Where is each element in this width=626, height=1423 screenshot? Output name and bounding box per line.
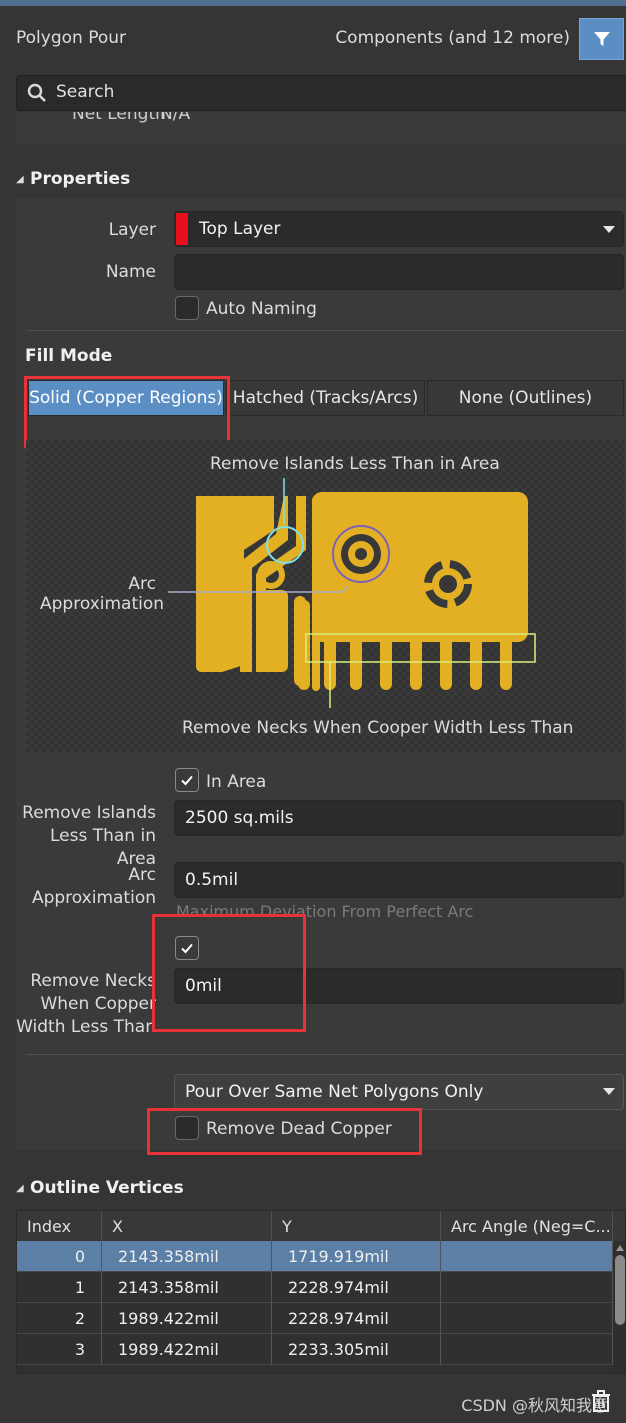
cell-x: 2143.358mil bbox=[102, 1272, 272, 1303]
search-input[interactable]: Search bbox=[56, 82, 114, 102]
islands-label-line1: Remove Islands bbox=[22, 803, 156, 823]
cell-index: 1 bbox=[17, 1272, 102, 1303]
cell-arc bbox=[441, 1334, 613, 1365]
cell-x: 1989.422mil bbox=[102, 1334, 272, 1365]
fill-mode-none-button[interactable]: None (Outlines) bbox=[427, 380, 624, 416]
collapse-triangle-icon[interactable]: ◢ bbox=[16, 174, 24, 185]
cell-y: 2228.974mil bbox=[272, 1272, 441, 1303]
arc-caption-line1: Arc bbox=[128, 574, 156, 594]
necks-label-line2: When Copper bbox=[40, 994, 156, 1014]
net-length-value: N/A bbox=[160, 112, 191, 124]
filter-icon bbox=[593, 32, 610, 46]
column-header-index[interactable]: Index bbox=[17, 1211, 102, 1241]
cell-index: 0 bbox=[17, 1241, 102, 1272]
name-label: Name bbox=[105, 262, 156, 282]
arc-label-line1: Arc bbox=[128, 865, 156, 885]
cell-index: 3 bbox=[17, 1334, 102, 1365]
cell-arc bbox=[441, 1272, 613, 1303]
layer-select[interactable]: Top Layer bbox=[174, 211, 624, 247]
arc-caption: Arc Approximation bbox=[40, 574, 165, 614]
islands-label: Remove Islands Less Than in Area bbox=[22, 802, 156, 871]
top-accent-bar bbox=[0, 0, 626, 6]
layer-label: Layer bbox=[108, 220, 156, 240]
cell-x: 1989.422mil bbox=[102, 1303, 272, 1334]
in-area-label: In Area bbox=[206, 772, 267, 792]
auto-naming-checkbox[interactable] bbox=[175, 296, 199, 320]
net-length-label: Net Length bbox=[72, 112, 166, 124]
fill-mode-title: Fill Mode bbox=[25, 346, 113, 366]
table-scrollbar[interactable] bbox=[613, 1241, 625, 1373]
cell-y: 1719.919mil bbox=[272, 1241, 441, 1272]
arc-approximation-field[interactable]: 0.5mil bbox=[174, 862, 624, 898]
watermark-text: CSDN @秋风知我意 bbox=[461, 1396, 608, 1415]
name-field[interactable] bbox=[174, 254, 624, 290]
outline-vertices-title[interactable]: Outline Vertices bbox=[30, 1178, 184, 1198]
arc-label-line2: Approximation bbox=[31, 888, 156, 908]
cell-x: 2143.358mil bbox=[102, 1241, 272, 1272]
highlight-box-fill-mode bbox=[24, 376, 230, 448]
collapse-triangle-icon[interactable]: ◢ bbox=[16, 1183, 24, 1194]
necks-label-line3: Width Less Than bbox=[16, 1017, 156, 1037]
checkmark-icon bbox=[181, 775, 193, 786]
table-row[interactable]: 3 1989.422mil 2233.305mil bbox=[17, 1334, 613, 1365]
chevron-down-icon[interactable] bbox=[603, 226, 615, 233]
table-row[interactable]: 2 1989.422mil 2228.974mil bbox=[17, 1303, 613, 1334]
panel-title: Polygon Pour bbox=[16, 28, 127, 48]
cell-arc bbox=[441, 1241, 613, 1272]
pour-mode-value: Pour Over Same Net Polygons Only bbox=[185, 1082, 484, 1102]
necks-caption: Remove Necks When Cooper Width Less Than bbox=[182, 718, 574, 738]
trash-icon[interactable] bbox=[588, 1388, 614, 1414]
column-header-y[interactable]: Y bbox=[272, 1211, 441, 1241]
islands-area-field[interactable]: 2500 sq.mils bbox=[174, 800, 624, 836]
necks-label-line1: Remove Necks bbox=[30, 971, 156, 991]
scrollbar-thumb[interactable] bbox=[615, 1255, 625, 1325]
auto-naming-label: Auto Naming bbox=[206, 299, 317, 319]
highlight-box-necks bbox=[152, 914, 306, 1032]
divider bbox=[26, 1054, 624, 1055]
table-row[interactable]: 0 2143.358mil 1719.919mil bbox=[17, 1241, 613, 1272]
highlight-box-dead-copper bbox=[147, 1108, 422, 1155]
vertices-table[interactable]: Index X Y Arc Angle (Neg=C... 0 2143.358… bbox=[16, 1210, 626, 1374]
table-row[interactable]: 1 2143.358mil 2228.974mil bbox=[17, 1272, 613, 1303]
layer-color-swatch bbox=[176, 213, 188, 245]
scrolled-property-peek: Net Length N/A bbox=[16, 112, 626, 144]
cell-y: 2233.305mil bbox=[272, 1334, 441, 1365]
cell-arc bbox=[441, 1303, 613, 1334]
islands-caption: Remove Islands Less Than in Area bbox=[210, 454, 500, 474]
necks-label: Remove Necks When Copper Width Less Than bbox=[14, 970, 156, 1039]
cell-index: 2 bbox=[17, 1303, 102, 1334]
column-header-arc-angle[interactable]: Arc Angle (Neg=C... bbox=[441, 1211, 613, 1241]
arc-caption-line2: Approximation bbox=[40, 594, 165, 614]
in-area-checkbox[interactable] bbox=[175, 768, 199, 792]
pour-mode-select[interactable]: Pour Over Same Net Polygons Only bbox=[174, 1074, 624, 1110]
arc-label: Arc Approximation bbox=[22, 864, 156, 910]
divider bbox=[26, 330, 624, 331]
table-header-filler bbox=[613, 1211, 625, 1241]
filter-summary[interactable]: Components (and 12 more) bbox=[335, 28, 570, 48]
search-icon bbox=[27, 83, 46, 102]
chevron-down-icon[interactable] bbox=[603, 1088, 615, 1095]
scroll-up-icon[interactable] bbox=[616, 1245, 624, 1251]
filter-button[interactable] bbox=[579, 18, 624, 60]
cell-y: 2228.974mil bbox=[272, 1303, 441, 1334]
fill-mode-hatched-button[interactable]: Hatched (Tracks/Arcs) bbox=[226, 380, 425, 416]
column-header-x[interactable]: X bbox=[102, 1211, 272, 1241]
properties-section-title[interactable]: Properties bbox=[30, 169, 130, 189]
layer-value: Top Layer bbox=[199, 219, 281, 239]
